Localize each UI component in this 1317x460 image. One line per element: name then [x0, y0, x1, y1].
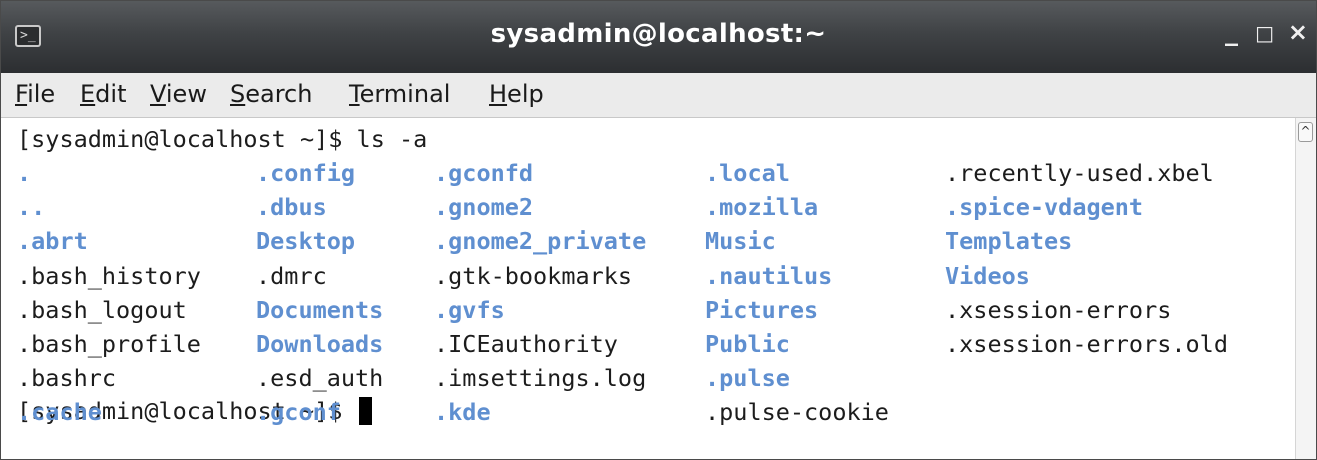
directory-entry: .mozilla [705, 193, 819, 222]
directory-entry: .local [705, 159, 790, 187]
directory-entry: .nautilus [705, 261, 833, 290]
file-entry: .pulse-cookie [705, 398, 889, 427]
directory-entry: Desktop [256, 227, 356, 256]
directory-entry: .gnome2 [434, 193, 534, 222]
directory-entry: Pictures [705, 295, 819, 324]
directory-entry: Music [705, 227, 776, 256]
file-entry: .xsession-errors [945, 295, 1172, 324]
directory-entry: .gnome2_private [434, 227, 647, 256]
directory-entry: .dbus [256, 193, 327, 222]
menu-file[interactable]: File [15, 80, 55, 108]
directory-entry: Public [705, 330, 790, 358]
vertical-scrollbar[interactable]: ^ [1295, 118, 1316, 459]
text-cursor [358, 397, 372, 425]
menu-terminal[interactable]: Terminal [349, 80, 450, 108]
menu-view[interactable]: View [150, 80, 207, 108]
directory-entry: .abrt [17, 227, 88, 256]
file-entry: .bash_history [17, 261, 201, 290]
minimize-button[interactable]: _ [1225, 17, 1238, 47]
close-button[interactable]: × [1288, 18, 1308, 46]
file-entry: .bashrc [17, 364, 117, 393]
file-entry: .imsettings.log [434, 364, 647, 393]
directory-entry: . [17, 159, 32, 187]
file-entry: .bash_profile [17, 330, 201, 358]
directory-entry: Templates [945, 227, 1073, 256]
directory-entry: Videos [945, 261, 1030, 290]
menu-bar: File Edit View Search Terminal Help [1, 73, 1316, 118]
file-entry: .ICEauthority [434, 330, 618, 358]
directory-entry: .kde [434, 398, 491, 427]
file-entry: .xsession-errors.old [945, 330, 1228, 358]
file-entry: .dmrc [256, 261, 327, 290]
directory-entry: .. [17, 193, 46, 222]
file-entry: .recently-used.xbel [945, 159, 1214, 187]
terminal-output[interactable]: [sysadmin@localhost ~]$ ls -a [sysadmin@… [1, 118, 1297, 459]
directory-entry: .gconfd [434, 159, 534, 187]
menu-edit[interactable]: Edit [80, 80, 126, 108]
file-entry: .esd_auth [256, 364, 384, 393]
directory-entry: Downloads [256, 330, 384, 358]
scroll-up-icon[interactable]: ^ [1298, 122, 1313, 142]
maximize-button[interactable]: □ [1255, 21, 1274, 45]
directory-entry: .gvfs [434, 295, 505, 324]
directory-entry: .config [256, 159, 356, 187]
terminal-window: >_ sysadmin@localhost:~ _ □ × File Edit … [0, 0, 1317, 460]
window-title: sysadmin@localhost:~ [490, 19, 827, 49]
directory-entry: Documents [256, 295, 384, 324]
command-line: [sysadmin@localhost ~]$ ls -a [17, 125, 428, 153]
menu-help[interactable]: Help [489, 80, 544, 108]
file-entry: .gtk-bookmarks [434, 261, 633, 290]
file-entry: .bash_logout [17, 295, 187, 324]
title-bar[interactable]: >_ sysadmin@localhost:~ _ □ × [1, 1, 1316, 73]
directory-entry: .gconf [256, 398, 341, 427]
directory-entry: .cache [17, 398, 102, 427]
directory-entry: .spice-vdagent [945, 193, 1144, 222]
directory-entry: .pulse [705, 364, 790, 393]
menu-search[interactable]: Search [230, 80, 312, 108]
